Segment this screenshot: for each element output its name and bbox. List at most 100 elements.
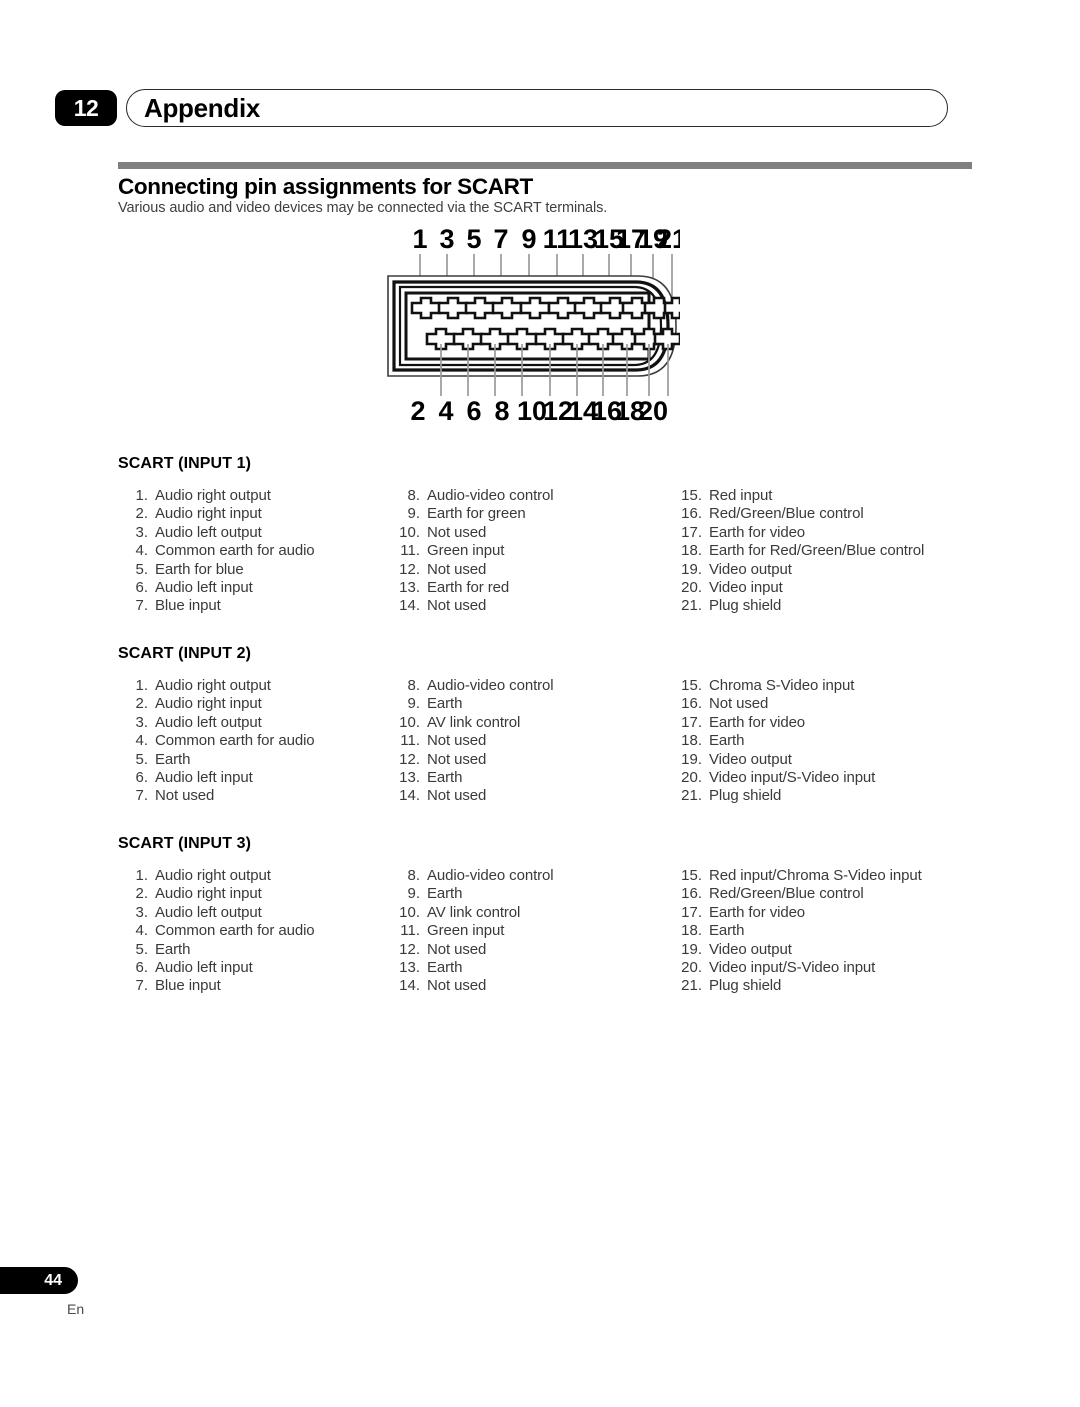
svg-text:3: 3 [439,224,454,254]
pin-row: 9. Earth for green [390,505,554,523]
pin-description: Common earth for audio [155,922,315,940]
pin-row: 13. Earth for red [390,579,554,597]
pin-number: 18. [681,732,702,750]
pin-row: 21. Plug shield [672,977,922,995]
section-subtitle: Various audio and video devices may be c… [118,200,608,216]
pin-row: 16. Red/Green/Blue control [672,505,924,523]
pin-number: 3. [135,903,148,921]
pin-row: 14. Not used [390,787,554,805]
pin-row: 17. Earth for video [672,524,924,542]
pin-description: Red/Green/Blue control [709,885,864,903]
pin-number: 5. [135,750,148,768]
pin-description: Not used [427,787,487,805]
pin-column-2: 8. Audio-video control 9. Earth 10. AV link… [390,867,554,996]
pin-number: 20. [681,578,702,596]
pin-description: Green input [427,922,505,940]
pin-number: 12. [399,750,420,768]
pin-row: 4. Common earth for audio [118,732,314,750]
pin-description: Earth for blue [155,560,244,578]
pin-row: 4. Common earth for audio [118,922,315,940]
pin-row: 18. Earth for Red/Green/Blue control [672,542,924,560]
pin-row: 5. Earth [118,941,315,959]
pin-number: 21. [681,597,702,615]
pin-number: 10. [399,903,420,921]
pin-number: 13. [399,578,420,596]
pin-description: Not used [427,732,487,750]
pin-description: Not used [709,695,769,713]
pin-row: 11. Green input [390,542,554,560]
pin-description: AV link control [427,903,521,921]
pin-number: 2. [135,885,148,903]
pin-description: Earth for video [709,713,806,731]
pin-row: 20. Video input/S-Video input [672,769,875,787]
pin-row: 18. Earth [672,732,875,750]
pin-number: 7. [135,977,148,995]
pin-row: 7. Not used [118,787,315,805]
pin-row: 16. Red/Green/Blue control [672,885,922,903]
pin-row: 12. Not used [390,941,554,959]
pin-row: 9. Earth [390,695,554,713]
pin-number: 17. [681,713,702,731]
pin-description: Not used [427,523,487,541]
pin-row: 17. Earth for video [672,714,875,732]
pin-number: 19. [681,750,702,768]
pin-description: Audio right output [155,867,271,884]
pin-row: 19. Video output [672,561,924,579]
page-language-label: En [67,1301,85,1317]
pin-number: 12. [399,940,420,958]
pin-description: Audio left output [155,713,262,731]
pin-row: 9. Earth [390,885,554,903]
pin-description: Audio right output [155,677,271,694]
pin-row: 18. Earth [672,922,922,940]
table-heading: SCART (INPUT 2) [118,645,252,662]
pin-number: 4. [135,732,148,750]
pin-number: 16. [681,505,702,523]
pin-description: Earth for video [709,523,806,541]
pin-number: 16. [681,695,702,713]
svg-text:5: 5 [466,224,481,254]
pin-row: 7. Blue input [118,977,315,995]
pin-row: 10. AV link control [390,714,554,732]
pin-description: Earth [427,695,463,713]
pin-description: Audio left input [155,578,253,596]
pin-description: Video input [709,578,783,596]
pin-row: 1. Audio right output [118,867,315,885]
pin-row: 20. Video input/S-Video input [672,959,922,977]
page-number-badge: 44 [0,1267,78,1294]
pin-row: 8. Audio-video control [390,867,553,885]
pin-description: Earth for red [427,578,510,596]
pin-description: Earth [709,922,745,940]
pin-number: 5. [135,940,148,958]
pin-number: 6. [135,768,148,786]
pin-description: Audio right input [155,695,262,713]
pin-column-3: 15. Chroma S-Video input 16. Not used 17. E… [672,677,875,806]
pin-number: 4. [135,542,148,560]
scart-connector-diagram: 1 3 5 7 9 11 13 15 17 19 21 2 4 6 8 10 1… [380,224,680,429]
pin-description: Blue input [155,597,221,615]
pin-row: 8. Audio-video control [390,677,553,695]
pin-description: Earth for video [709,903,806,921]
pin-row: 11. Not used [390,732,554,750]
pin-number: 16. [681,885,702,903]
chapter-number-badge: 12 [55,90,117,126]
pin-number: 21. [681,977,702,995]
bottom-pin-number-labels: 2 4 6 8 10 12 14 16 18 20 [410,396,668,426]
pin-row: 15. Chroma S-Video input [672,677,875,695]
pin-row: 5. Earth [118,751,315,769]
svg-text:21: 21 [657,224,680,254]
pin-description: Not used [427,940,487,958]
pin-row: 21. Plug shield [672,597,924,615]
svg-text:7: 7 [493,224,508,254]
pin-row: 13. Earth [390,769,554,787]
pin-number: 7. [135,787,148,805]
pin-number: 11. [400,732,420,750]
pin-number: 11. [400,542,420,560]
pin-number: 8. [407,487,420,504]
pin-description: Audio right input [155,505,262,523]
chapter-title: Appendix [144,93,261,123]
pin-number: 10. [399,713,420,731]
pin-number: 17. [681,903,702,921]
pin-row: 15. Red input/Chroma S-Video input [672,867,922,885]
pin-description: Plug shield [709,977,782,995]
section-divider-rule [118,162,972,169]
